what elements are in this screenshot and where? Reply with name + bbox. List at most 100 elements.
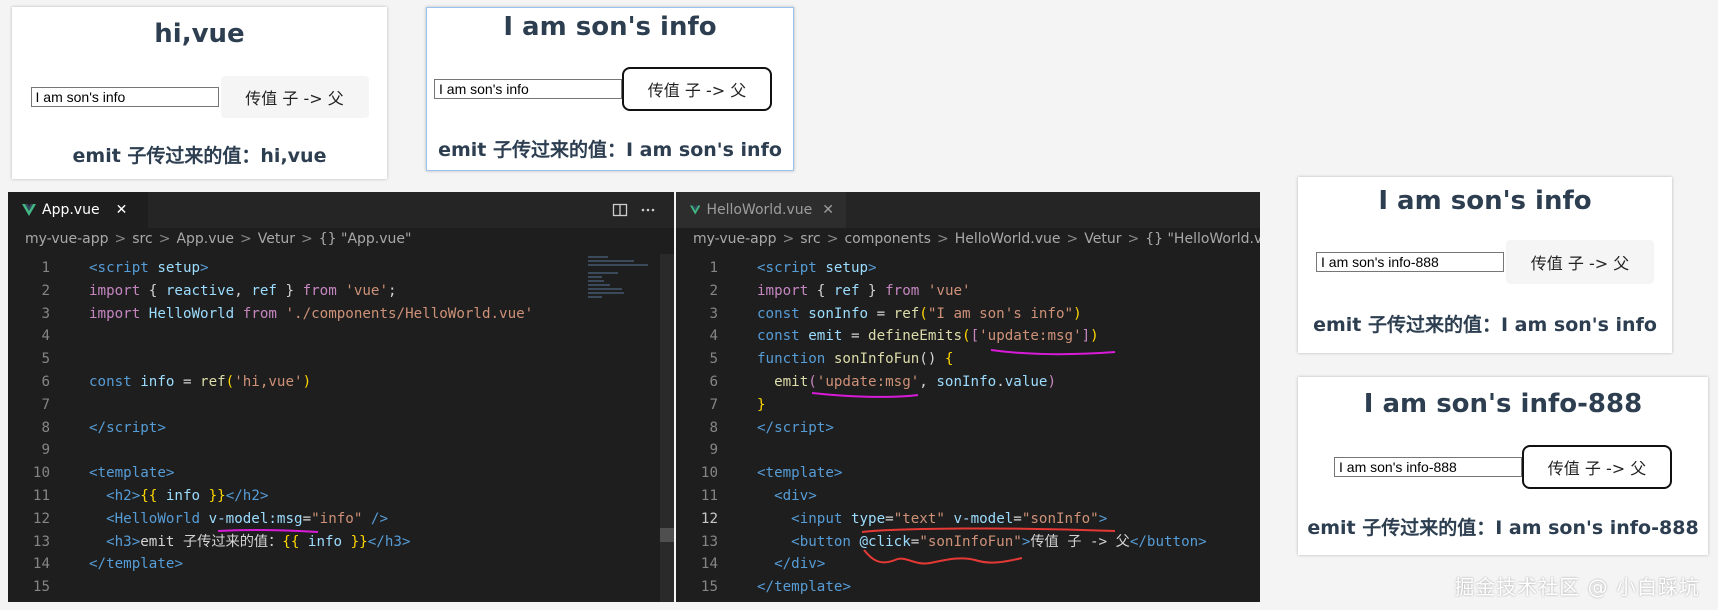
son-info-input[interactable]: [1316, 252, 1504, 272]
breadcrumb-item[interactable]: {} "App.vue": [319, 231, 412, 247]
code-token: =: [302, 510, 312, 527]
breadcrumb-item[interactable]: components: [844, 231, 931, 247]
code-line[interactable]: 7: [8, 394, 674, 417]
code-token: />: [362, 510, 388, 527]
code-token: 'vue': [345, 282, 389, 299]
code-token: setup: [816, 260, 869, 276]
pass-value-button[interactable]: 传值 子 -> 父: [220, 76, 369, 118]
line-number: 6: [709, 374, 718, 390]
code-line[interactable]: 3 const sonInfo = ref("I am son's info"): [676, 303, 1260, 326]
code-token: >: [131, 533, 141, 550]
breadcrumb-item[interactable]: HelloWorld.vue: [955, 231, 1061, 247]
code-line[interactable]: 10 <template>: [676, 462, 1260, 485]
code-token: </: [89, 419, 107, 436]
code-token: import: [89, 305, 149, 322]
son-info-input[interactable]: [30, 87, 219, 107]
code-text: const info = ref('hi,vue'): [89, 371, 311, 394]
code-token: ): [1047, 374, 1056, 390]
code-token: ): [1090, 328, 1099, 345]
code-line[interactable]: 13 <h3>emit 子传过来的值：{{ info }}</h3>: [8, 531, 674, 554]
code-token: template: [106, 556, 175, 573]
code-token: emit: [757, 374, 809, 390]
demo-panel-parent-initial: hi,vue 传值 子 -> 父 emit 子传过来的值：hi,vue: [12, 7, 387, 179]
code-line[interactable]: 6 emit('update:msg', sonInfo.value): [676, 371, 1260, 394]
code-line[interactable]: 10 <template>: [8, 462, 674, 485]
code-area[interactable]: 1 <script setup> 2 import { ref } from 'vue…: [676, 254, 1260, 602]
code-token: button: [1146, 533, 1199, 550]
breadcrumb-item[interactable]: {} "HelloWorld.vue": [1145, 231, 1260, 247]
code-token: "text": [893, 510, 945, 527]
code-token: sonInfoFun: [833, 351, 920, 368]
code-line[interactable]: 12 <input type="text" v-model="sonInfo">: [676, 508, 1260, 531]
editor-scrollbar[interactable]: [660, 254, 674, 602]
pass-value-button[interactable]: 传值 子 -> 父: [622, 67, 772, 111]
code-line[interactable]: 8 </script>: [676, 417, 1260, 440]
breadcrumb-item[interactable]: Vetur: [258, 231, 295, 247]
code-text: <div>: [757, 485, 817, 508]
code-line[interactable]: 1 <script setup>: [676, 257, 1260, 280]
code-token: emit: [808, 328, 843, 345]
son-info-input[interactable]: [434, 79, 622, 99]
code-token: </: [757, 419, 775, 436]
breadcrumb-item[interactable]: App.vue: [176, 231, 234, 247]
page-title: I am son's info: [503, 12, 717, 42]
pass-value-button[interactable]: 传值 子 -> 父: [1522, 445, 1672, 489]
breadcrumb-item[interactable]: src: [800, 231, 820, 247]
breadcrumb-item[interactable]: my-vue-app: [25, 231, 109, 247]
code-line[interactable]: 4: [8, 325, 674, 348]
son-info-input[interactable]: [1334, 457, 1522, 477]
code-line[interactable]: 3 import HelloWorld from './components/He…: [8, 303, 674, 326]
code-line[interactable]: 14 </template>: [8, 553, 674, 576]
code-token: ,: [234, 282, 252, 299]
code-token: info: [140, 374, 175, 390]
code-line[interactable]: 5: [8, 348, 674, 371]
code-token: script: [106, 419, 158, 436]
split-editor-icon[interactable]: [612, 202, 628, 218]
code-line[interactable]: 11 <h2>{{ info }}</h2>: [8, 485, 674, 508]
code-token: ref: [833, 282, 860, 299]
breadcrumb-separator: >: [1127, 231, 1140, 247]
code-token: h3: [384, 533, 402, 550]
pass-value-button[interactable]: 传值 子 -> 父: [1506, 240, 1654, 284]
code-line[interactable]: 1 <script setup>: [8, 257, 674, 280]
tab-app-vue[interactable]: App.vue ✕: [8, 192, 148, 228]
close-icon[interactable]: ✕: [116, 202, 128, 218]
code-line[interactable]: 2 import { reactive, ref } from 'vue';: [8, 280, 674, 303]
minimap[interactable]: [588, 254, 658, 564]
more-actions-icon[interactable]: [640, 202, 656, 218]
breadcrumb-item[interactable]: Vetur: [1084, 231, 1121, 247]
breadcrumb-item[interactable]: src: [132, 231, 152, 247]
code-token: =: [868, 305, 894, 322]
code-line[interactable]: 5 function sonInfoFun() {: [676, 348, 1260, 371]
code-line[interactable]: 11 <div>: [676, 485, 1260, 508]
tab-helloworld-vue[interactable]: HelloWorld.vue ✕: [676, 192, 846, 228]
code-line[interactable]: 15 </template>: [676, 576, 1260, 599]
code-token: import: [757, 282, 817, 299]
code-line[interactable]: 2 import { ref } from 'vue': [676, 280, 1260, 303]
code-line[interactable]: 8 </script>: [8, 417, 674, 440]
code-line[interactable]: 7}: [676, 394, 1260, 417]
code-line[interactable]: 12 <HelloWorld v-model:msg="info" />: [8, 508, 674, 531]
code-token: >: [816, 556, 826, 573]
code-line[interactable]: 4 const emit = defineEmits(['update:msg']…: [676, 325, 1260, 348]
code-line[interactable]: 15: [8, 576, 674, 599]
code-token: >: [259, 488, 269, 504]
close-icon[interactable]: ✕: [822, 202, 834, 218]
code-line[interactable]: 9: [676, 439, 1260, 462]
emit-value-text: emit 子传过来的值：hi,vue: [72, 145, 327, 167]
code-line[interactable]: 14 </div>: [676, 553, 1260, 576]
breadcrumb-item[interactable]: my-vue-app: [693, 231, 777, 247]
line-number: 10: [32, 465, 50, 482]
code-text: </script>: [757, 417, 834, 440]
code-token: reactive: [165, 282, 235, 299]
code-line[interactable]: 13 <button @click="sonInfoFun">传值 子 -> 父…: [676, 531, 1260, 554]
code-line[interactable]: 6 const info = ref('hi,vue'): [8, 371, 674, 394]
code-line[interactable]: 9: [8, 439, 674, 462]
code-token: button: [799, 533, 860, 550]
code-token: >: [1098, 510, 1108, 527]
line-number: 13: [700, 533, 718, 550]
line-number: 4: [41, 328, 50, 345]
code-token: "sonInfoFun": [919, 533, 1022, 550]
code-area[interactable]: 1 <script setup> 2 import { reactive, ref }…: [8, 254, 674, 602]
code-token: ]: [1081, 328, 1091, 345]
